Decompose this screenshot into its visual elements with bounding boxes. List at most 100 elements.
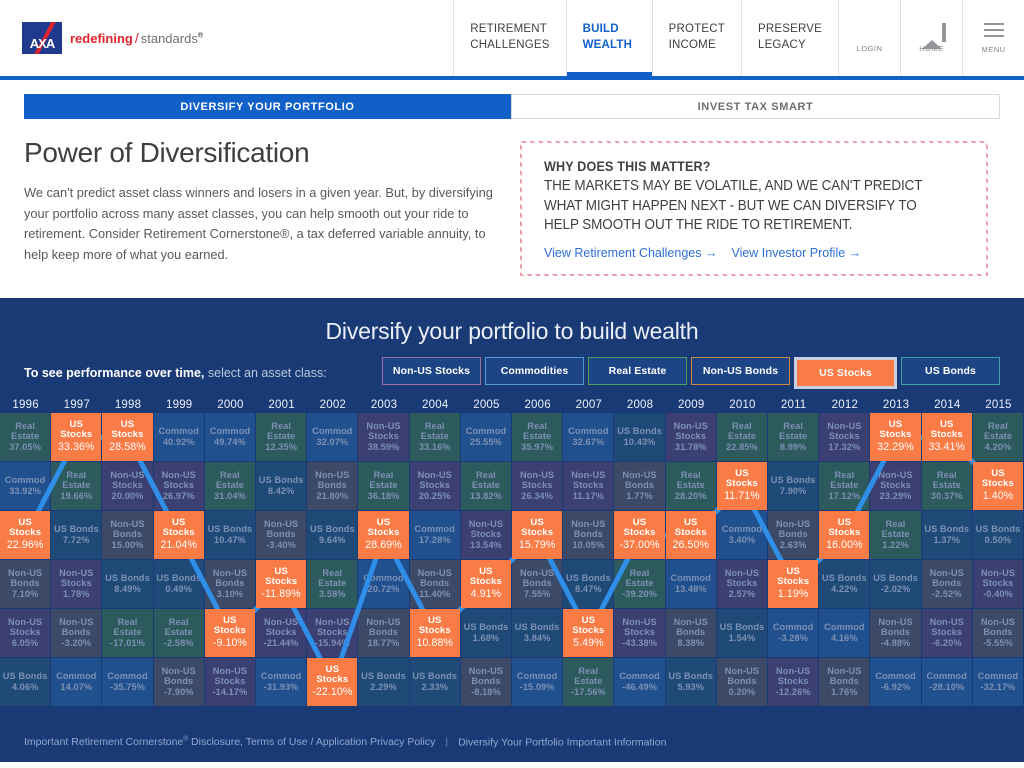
nav-retirement-challenges[interactable]: RETIREMENT CHALLENGES — [453, 0, 565, 76]
grid-cell[interactable]: Non-US Bonds 21.80% — [307, 461, 358, 510]
grid-cell[interactable]: US Bonds 9.64% — [307, 510, 358, 559]
grid-cell[interactable]: Commod 40.92% — [153, 412, 204, 461]
grid-cell[interactable]: Non-US Bonds 15.00% — [102, 510, 153, 559]
home-button[interactable]: HOME — [900, 0, 962, 76]
grid-cell[interactable]: Non-US Stocks 2.57% — [716, 559, 768, 608]
nav-build-wealth[interactable]: BUILD WEALTH — [565, 0, 652, 76]
grid-cell[interactable]: Commod -32.17% — [972, 657, 1024, 706]
grid-cell-highlight[interactable]: US Stocks 21.04% — [153, 510, 204, 559]
grid-cell[interactable]: Real Estate 3.58% — [307, 559, 358, 608]
grid-cell[interactable]: Real Estate 12.35% — [256, 412, 307, 461]
grid-cell[interactable]: US Bonds 3.84% — [512, 608, 563, 657]
grid-cell[interactable]: Non-US Bonds 18.77% — [358, 608, 409, 657]
grid-cell-highlight[interactable]: US Stocks -9.10% — [204, 608, 256, 657]
grid-cell[interactable]: Non-US Bonds -5.55% — [972, 608, 1024, 657]
link-view-retirement-challenges[interactable]: View Retirement Challenges → — [544, 246, 717, 260]
grid-cell[interactable]: US Bonds 1.37% — [921, 510, 972, 559]
grid-cell[interactable]: US Bonds 8.49% — [102, 559, 153, 608]
asset-button-us-bonds[interactable]: US Bonds — [901, 356, 1000, 385]
grid-cell[interactable]: Non-US Bonds 11.40% — [409, 559, 460, 608]
grid-cell[interactable]: Non-US Stocks -6.20% — [921, 608, 972, 657]
grid-cell[interactable]: Commod 49.74% — [204, 412, 256, 461]
nav-protect-income[interactable]: PROTECT INCOME — [651, 0, 741, 76]
asset-button-us-stocks[interactable]: US Stocks — [794, 356, 897, 389]
grid-cell[interactable]: Non-US Bonds 7.55% — [512, 559, 563, 608]
grid-cell[interactable]: Non-US Stocks -14.17% — [204, 657, 256, 706]
grid-cell[interactable]: US Bonds 0.49% — [153, 559, 204, 608]
grid-cell[interactable]: Non-US Bonds 7.10% — [0, 559, 51, 608]
grid-cell[interactable]: Commod -31.93% — [256, 657, 307, 706]
grid-cell[interactable]: Non-US Stocks 23.29% — [870, 461, 921, 510]
grid-cell[interactable]: US Bonds 5.93% — [665, 657, 716, 706]
nav-preserve-legacy[interactable]: PRESERVE LEGACY — [740, 0, 838, 76]
grid-cell[interactable]: Commod -28.10% — [921, 657, 972, 706]
grid-cell-highlight[interactable]: US Stocks 22.96% — [0, 510, 51, 559]
grid-cell-highlight[interactable]: US Stocks 11.71% — [716, 461, 768, 510]
grid-cell[interactable]: Non-US Stocks 11.17% — [563, 461, 614, 510]
grid-cell-highlight[interactable]: US Stocks 16.00% — [819, 510, 870, 559]
grid-cell-highlight[interactable]: US Stocks -22.10% — [307, 657, 358, 706]
grid-cell-highlight[interactable]: US Stocks 32.29% — [870, 412, 921, 461]
grid-cell[interactable]: Non-US Stocks 20.25% — [409, 461, 460, 510]
grid-cell[interactable]: Real Estate 31.04% — [204, 461, 256, 510]
grid-cell-highlight[interactable]: US Stocks 15.79% — [512, 510, 563, 559]
grid-cell-highlight[interactable]: US Stocks 33.41% — [921, 412, 972, 461]
grid-cell[interactable]: Commod 4.16% — [819, 608, 870, 657]
grid-cell[interactable]: US Bonds 1.68% — [460, 608, 512, 657]
grid-cell[interactable]: Non-US Bonds -7.90% — [153, 657, 204, 706]
grid-cell[interactable]: Commod -3.28% — [768, 608, 819, 657]
asset-button-commodities[interactable]: Commodities — [485, 356, 584, 385]
grid-cell[interactable]: Non-US Bonds 1.77% — [614, 461, 665, 510]
grid-cell[interactable]: Non-US Stocks 20.00% — [102, 461, 153, 510]
grid-cell[interactable]: Real Estate -17.56% — [563, 657, 614, 706]
grid-cell[interactable]: Non-US Bonds -8.18% — [460, 657, 512, 706]
grid-cell[interactable]: US Bonds 7.72% — [51, 510, 102, 559]
grid-cell[interactable]: Real Estate 19.66% — [51, 461, 102, 510]
grid-cell[interactable]: US Bonds -2.02% — [870, 559, 921, 608]
grid-cell[interactable]: Non-US Bonds 8.38% — [665, 608, 716, 657]
grid-cell[interactable]: US Bonds 8.47% — [563, 559, 614, 608]
grid-cell[interactable]: Non-US Bonds 2.63% — [768, 510, 819, 559]
grid-cell[interactable]: Real Estate 4.20% — [972, 412, 1024, 461]
grid-cell-highlight[interactable]: US Stocks 28.69% — [358, 510, 409, 559]
grid-cell[interactable]: Real Estate 13.82% — [460, 461, 512, 510]
grid-cell[interactable]: Commod 33.92% — [0, 461, 51, 510]
grid-cell[interactable]: Real Estate 28.20% — [665, 461, 716, 510]
grid-cell[interactable]: Real Estate 36.18% — [358, 461, 409, 510]
grid-cell[interactable]: Non-US Stocks 31.78% — [665, 412, 716, 461]
grid-cell[interactable]: US Bonds 4.06% — [0, 657, 51, 706]
grid-cell-highlight[interactable]: US Stocks 1.19% — [768, 559, 819, 608]
tab-diversify-your-portfolio[interactable]: DIVERSIFY YOUR PORTFOLIO — [24, 94, 511, 119]
grid-cell-highlight[interactable]: US Stocks 33.36% — [51, 412, 102, 461]
grid-cell[interactable]: US Bonds 4.22% — [819, 559, 870, 608]
grid-cell-highlight[interactable]: US Stocks 10.88% — [409, 608, 460, 657]
grid-cell[interactable]: Non-US Stocks 26.97% — [153, 461, 204, 510]
grid-cell[interactable]: Commod 3.40% — [716, 510, 768, 559]
grid-cell[interactable]: Commod 13.48% — [665, 559, 716, 608]
menu-button[interactable]: MENU — [962, 0, 1024, 76]
grid-cell[interactable]: US Bonds 8.42% — [256, 461, 307, 510]
grid-cell[interactable]: Real Estate -2.58% — [153, 608, 204, 657]
grid-cell[interactable]: Non-US Stocks 38.59% — [358, 412, 409, 461]
grid-cell[interactable]: Real Estate 1.22% — [870, 510, 921, 559]
grid-cell[interactable]: Non-US Bonds -3.20% — [51, 608, 102, 657]
login-button[interactable]: LOGIN — [838, 0, 900, 76]
grid-cell[interactable]: Non-US Stocks 26.34% — [512, 461, 563, 510]
grid-cell[interactable]: US Bonds 10.43% — [614, 412, 665, 461]
grid-cell[interactable]: US Bonds 1.54% — [716, 608, 768, 657]
grid-cell-highlight[interactable]: US Stocks 26.50% — [665, 510, 716, 559]
grid-cell[interactable]: Non-US Stocks 6.05% — [0, 608, 51, 657]
grid-cell[interactable]: Real Estate 33.16% — [409, 412, 460, 461]
grid-cell[interactable]: Non-US Stocks 13.54% — [460, 510, 512, 559]
grid-cell[interactable]: Non-US Bonds 1.76% — [819, 657, 870, 706]
grid-cell-highlight[interactable]: US Stocks 4.91% — [460, 559, 512, 608]
grid-cell[interactable]: Commod -35.75% — [102, 657, 153, 706]
grid-cell[interactable]: Non-US Bonds -4.88% — [870, 608, 921, 657]
grid-cell[interactable]: US Bonds 2.33% — [409, 657, 460, 706]
grid-cell[interactable]: Commod 17.28% — [409, 510, 460, 559]
grid-cell[interactable]: Commod -15.09% — [512, 657, 563, 706]
grid-cell-highlight[interactable]: US Stocks -11.89% — [256, 559, 307, 608]
grid-cell[interactable]: US Bonds 10.47% — [204, 510, 256, 559]
grid-cell[interactable]: Non-US Bonds 10.05% — [563, 510, 614, 559]
grid-cell[interactable]: Commod 25.55% — [460, 412, 512, 461]
